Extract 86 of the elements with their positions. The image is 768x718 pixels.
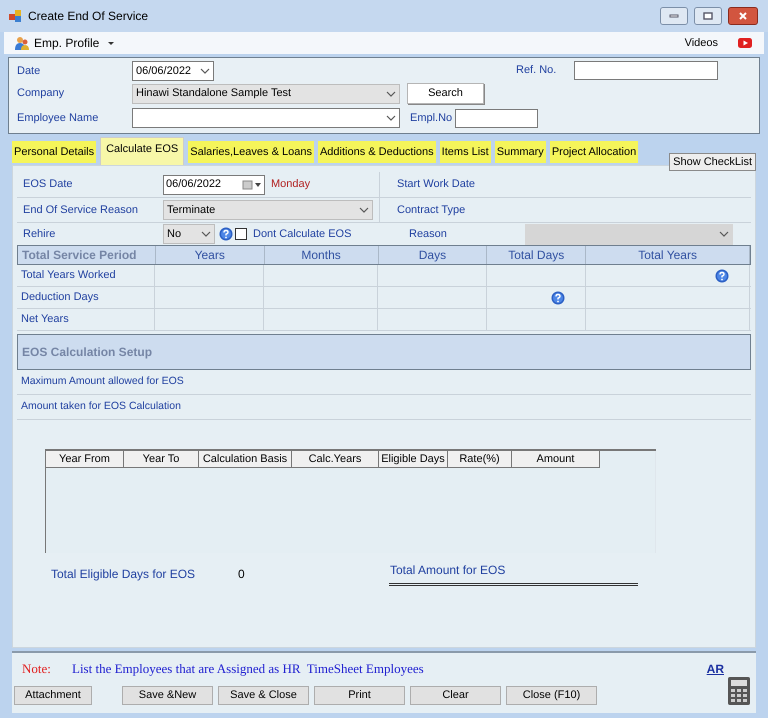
field-label: Contract Type [397,202,466,218]
column-header: Total Days [487,246,586,264]
column-header: Amount [512,451,600,468]
checkbox[interactable] [235,228,247,240]
chevron-icon [201,231,211,237]
company-dropdown[interactable]: Hinawi Standalone Sample Test [132,84,400,104]
tab[interactable]: Calculate EOS [100,137,184,165]
people-icon [14,35,30,51]
field-label: Reason [409,226,448,242]
field-label: Employee Name [17,110,100,126]
chevron-icon [200,68,210,74]
help-icon [551,290,565,304]
tab[interactable]: Personal Details [12,141,96,163]
column-header: Total Years [586,246,750,264]
field-label: Start Work Date [397,177,476,192]
weekday-text: Monday [271,177,312,192]
video-play-icon [738,38,752,48]
footer-button[interactable]: Attachment [14,686,92,704]
date-dropdown[interactable]: 06/06/2022 [132,61,214,81]
close-button[interactable] [728,7,758,25]
column-header: Year From [46,451,124,468]
tab[interactable]: Salaries,Leaves & Loans [188,141,314,163]
empl-no-field[interactable] [455,108,538,128]
help-icon [219,227,233,241]
window-title: Create End Of Service [28,8,150,25]
employee-name-dropdown[interactable] [132,108,400,128]
field-label: Maximum Amount allowed for EOS [21,374,184,390]
calendar-icon [242,180,262,190]
help-icon [715,268,729,282]
field-label: Rehire [22,226,56,242]
tab[interactable]: Summary [494,141,546,163]
language-link[interactable]: AR [706,660,724,678]
reason-dropdown[interactable]: Terminate [163,200,373,220]
chevron-icon [386,90,396,96]
minimize-icon [669,14,679,18]
tab[interactable]: Additions & Deductions [318,141,436,163]
total-label: Total Amount for EOS [389,561,638,586]
total-label: Total Eligible Days for EOS [51,566,196,582]
field-label: End Of Service Reason [22,202,139,218]
minimize-button[interactable] [660,7,688,25]
row-label: Total Years Worked [17,265,155,286]
field-label: Amount taken for EOS Calculation [21,399,181,414]
app-icon [8,9,22,23]
maximize-icon [703,12,713,20]
section-title: EOS Calculation Setup [22,344,152,361]
footer-button[interactable]: Close (F10) [506,686,597,704]
chevron-icon [386,115,396,121]
chevron-icon [359,207,369,213]
close-icon [738,11,748,21]
field-label: Empl.No [410,110,454,126]
column-header: Eligible Days [379,451,448,468]
note-text: List the Employees that are Assigned as HR TimeSheet Employees [72,660,424,678]
field-label: Ref. No. [516,63,556,78]
field-label: EOS Date [22,177,74,192]
maximize-button[interactable] [694,7,722,25]
row-label: Deduction Days [17,287,155,308]
field-label: Company [17,86,66,102]
column-header: Calculation Basis [199,451,292,468]
ref-no-field[interactable] [574,61,718,80]
field-label: Date [17,64,42,79]
column-header: Total Service Period [18,246,156,264]
tab[interactable]: Project Allocation [550,141,638,163]
column-header: Months [264,246,378,264]
footer-button[interactable]: Save &New [122,686,213,704]
chevron-icon [719,231,729,237]
footer-button[interactable]: Clear [410,686,501,704]
eos-date-picker[interactable]: 06/06/2022 [163,174,265,194]
column-header: Year To [124,451,199,468]
checkbox-label: Dont Calculate EOS [253,226,352,242]
row-label: Net Years [17,309,155,330]
search-button[interactable]: Search [407,83,484,104]
footer-button[interactable]: Save & Close [218,686,309,704]
column-header: Rate(%) [448,451,512,468]
column-header: Days [378,246,488,264]
column-header: Calc.Years [292,451,379,468]
profile-menu-button[interactable]: Emp. Profile [14,33,116,53]
column-header: Years [156,246,265,264]
footer-button[interactable]: Print [314,686,405,704]
show-checklist-button[interactable]: Show CheckList [669,153,756,171]
tab[interactable]: Items List [440,141,491,163]
rehire-dropdown[interactable]: No [163,224,215,244]
caret-icon [107,40,116,46]
note-label: Note: [22,660,52,678]
videos-link[interactable]: Videos [684,34,718,52]
calculator-icon [728,677,750,705]
total-value: 0 [238,566,246,582]
